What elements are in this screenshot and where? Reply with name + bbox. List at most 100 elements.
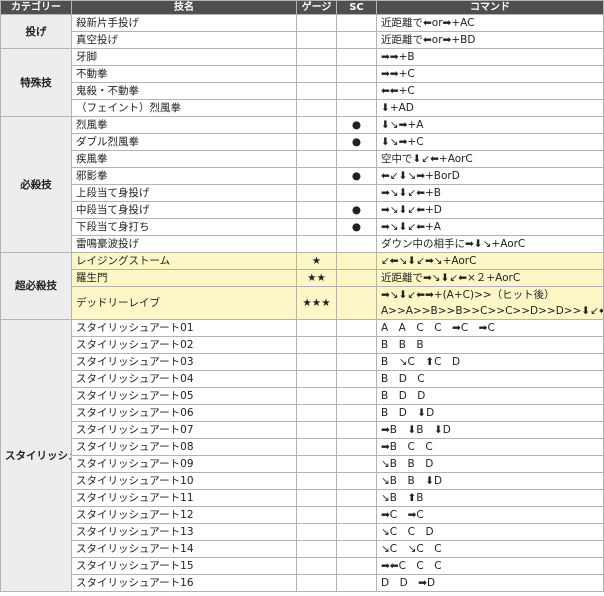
- command-cell: 空中で⬇↙⬅+AorC: [376, 150, 604, 168]
- sc-cell: [336, 387, 377, 405]
- table-row: スタイリッシュアートスタイリッシュアート01 A A C C ➡C ➡C: [0, 319, 604, 592]
- table-row: 上段当て身投げ ➡↘⬇↙⬅+B: [1, 184, 604, 202]
- table-row: ダブル烈風拳 ● ⬇↘➡+C: [1, 133, 604, 151]
- table-row: 中段当て身投げ ● ➡↘⬇↙⬅+D: [1, 201, 604, 219]
- move-name-cell: スタイリッシュアート09: [71, 455, 297, 473]
- table-row: スタイリッシュアート05 B D D: [1, 387, 604, 405]
- move-name-cell: ダブル烈風拳: [71, 133, 297, 151]
- move-name-cell: レイジングストーム: [71, 252, 297, 270]
- command-cell: B D ⬇D: [376, 404, 604, 422]
- sc-cell: [336, 48, 377, 66]
- table-row: 下段当て身打ち ● ➡↘⬇↙⬅+A: [1, 218, 604, 236]
- gauge-cell: [296, 218, 337, 236]
- command-cell: ⬇↘➡+C: [376, 133, 604, 151]
- move-name-cell: 不動拳: [71, 65, 297, 83]
- sc-cell: [336, 574, 377, 592]
- command-cell: A A C C ➡C ➡C: [376, 319, 604, 337]
- table-row: スタイリッシュアート09 ↘B B D: [1, 455, 604, 473]
- sc-cell: ●: [336, 201, 377, 219]
- command-cell: ➡⬅C C C: [376, 557, 604, 575]
- command-cell: ↘B ⬆B: [376, 489, 604, 507]
- command-cell: ➡↘⬇↙⬅+B: [376, 184, 604, 202]
- table-row: スタイリッシュアート04 B D C: [1, 370, 604, 388]
- move-name-cell: 牙脚: [71, 48, 297, 66]
- gauge-cell: [296, 235, 337, 253]
- gauge-cell: [296, 523, 337, 541]
- move-name-cell: 下段当て身打ち: [71, 218, 297, 236]
- command-cell: ➡C ➡C: [376, 506, 604, 524]
- gauge-cell: [296, 540, 337, 558]
- sc-cell: [336, 438, 377, 456]
- header-command: コマンド: [376, 0, 604, 15]
- gauge-cell: [296, 14, 337, 32]
- gauge-cell: [296, 201, 337, 219]
- category-cell: 投げ: [0, 14, 72, 49]
- command-cell: 近距離で⬅or➡+AC: [376, 14, 604, 32]
- gauge-cell: [296, 336, 337, 354]
- move-name-cell: スタイリッシュアート03: [71, 353, 297, 371]
- gauge-cell: [296, 438, 337, 456]
- sc-cell: [336, 353, 377, 371]
- gauge-cell: [296, 319, 337, 337]
- gauge-cell: [296, 133, 337, 151]
- move-name-cell: スタイリッシュアート11: [71, 489, 297, 507]
- gauge-cell: [296, 472, 337, 490]
- sc-cell: [336, 252, 377, 270]
- command-cell: ↘B B ⬇D: [376, 472, 604, 490]
- move-name-cell: スタイリッシュアート06: [71, 404, 297, 422]
- table-row: 雷鳴豪波投げ ダウン中の相手に➡⬇↘+AorC: [1, 235, 604, 253]
- command-cell: ➡B ⬇B ⬇D: [376, 421, 604, 439]
- move-name-cell: スタイリッシュアート13: [71, 523, 297, 541]
- table-row: スタイリッシュアート14 ↘C ↘C C: [1, 540, 604, 558]
- gauge-cell: [296, 65, 337, 83]
- sc-cell: [336, 472, 377, 490]
- table-row: 鬼殺・不動拳 ⬅⬅+C: [1, 82, 604, 100]
- table-row: デッドリーレイブ ★★★ ➡↘⬇↙⬅➡+(A+C)>>（ヒット後） A>>A>>B>>…: [1, 286, 604, 320]
- sc-cell: [336, 319, 377, 337]
- command-cell: ⬇+AD: [376, 99, 604, 117]
- command-cell: ダウン中の相手に➡⬇↘+AorC: [376, 235, 604, 253]
- gauge-cell: [296, 48, 337, 66]
- gauge-cell: [296, 116, 337, 134]
- table-row: 必殺技 烈風拳 ● ⬇↘➡+A: [0, 116, 604, 253]
- command-cell: ➡↘⬇↙⬅+A: [376, 218, 604, 236]
- sc-cell: [336, 404, 377, 422]
- gauge-cell: [296, 574, 337, 592]
- command-cell: ↘B B D: [376, 455, 604, 473]
- move-name-cell: スタイリッシュアート14: [71, 540, 297, 558]
- table-row: 超必殺技 レイジングストーム ★ ↙⬅↘⬇↙➡↘+AorC: [0, 252, 604, 320]
- gauge-cell: [296, 404, 337, 422]
- sc-cell: [336, 370, 377, 388]
- sc-cell: [336, 455, 377, 473]
- command-cell: ↘C ↘C C: [376, 540, 604, 558]
- category-cell: スタイリッシュアート: [0, 319, 72, 592]
- move-name-cell: 疾風拳: [71, 150, 297, 168]
- move-name-cell: スタイリッシュアート12: [71, 506, 297, 524]
- move-name-cell: 殺新片手投げ: [71, 14, 297, 32]
- move-name-cell: スタイリッシュアート07: [71, 421, 297, 439]
- sc-cell: [336, 150, 377, 168]
- table-row: スタイリッシュアート13 ↘C C D: [1, 523, 604, 541]
- command-line: A>>A>>B>>B>>C>>C>>D>>D>>⬇↙⬅+C: [381, 305, 604, 317]
- gauge-cell: [296, 387, 337, 405]
- sc-cell: ●: [336, 167, 377, 185]
- table-row: スタイリッシュアート10 ↘B B ⬇D: [1, 472, 604, 490]
- move-name-cell: スタイリッシュアート01: [71, 319, 297, 337]
- command-cell: ➡➡+C: [376, 65, 604, 83]
- gauge-cell: [296, 150, 337, 168]
- sc-cell: [336, 31, 377, 49]
- move-name-cell: スタイリッシュアート08: [71, 438, 297, 456]
- move-name-cell: スタイリッシュアート04: [71, 370, 297, 388]
- sc-cell: ●: [336, 218, 377, 236]
- sc-cell: [336, 421, 377, 439]
- sc-cell: [336, 235, 377, 253]
- header-row: カテゴリー 技名 ゲージ SC コマンド: [0, 0, 604, 15]
- gauge-cell: [296, 353, 337, 371]
- command-cell: ⬅⬅+C: [376, 82, 604, 100]
- command-line: ➡↘⬇↙⬅➡+(A+C)>>（ヒット後）: [381, 289, 555, 301]
- gauge-cell: ★: [296, 252, 337, 270]
- header-sc: SC: [336, 0, 377, 15]
- table-row: スタイリッシュアート16 D D ➡D: [1, 574, 604, 592]
- command-cell: ↙⬅↘⬇↙➡↘+AorC: [376, 252, 604, 270]
- table-row: 疾風拳 空中で⬇↙⬅+AorC: [1, 150, 604, 168]
